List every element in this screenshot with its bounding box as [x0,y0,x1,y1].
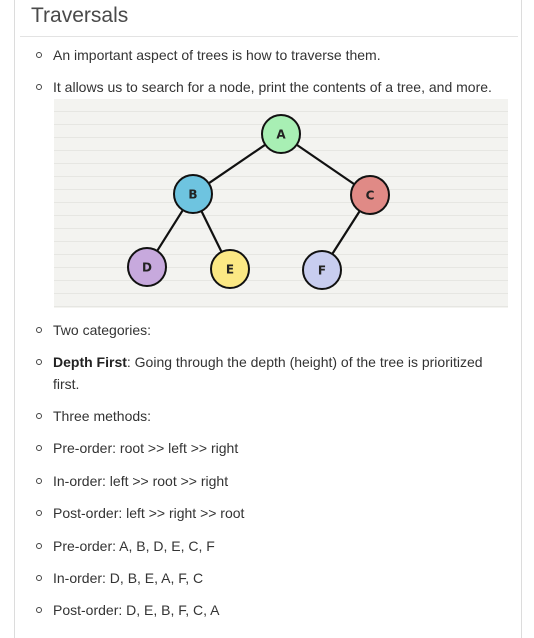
tree-node-label: D [142,261,152,275]
depth-first-term: Depth First [53,354,127,370]
tree-node-d: D [127,247,167,287]
bullet-icon [36,575,42,581]
bullet-inorder-rule: In-order: left >> root >> right [53,473,229,489]
tree-edge-a-b [207,143,267,185]
bullet-three-methods: Three methods: [53,408,152,424]
bullet-icon [36,359,42,365]
bullet-icon [36,543,42,549]
page-title: Traversals [31,4,129,27]
bullet-postorder-result: Post-order: D, E, B, F, C, A [53,602,220,618]
bullet-inorder-result: In-order: D, B, E, A, F, C [53,570,204,586]
tree-edge-b-d [156,208,184,253]
binary-tree-diagram: A B C D E F [54,99,508,308]
tree-node-b: B [173,174,213,214]
tree-node-f: F [302,250,342,290]
bullet-icon [36,327,42,333]
bullet-icon [36,52,42,58]
bullet-icon [36,478,42,484]
tree-node-c: C [350,175,390,215]
tree-edge-b-e [200,209,223,254]
tree-node-label: A [276,128,286,142]
bullet-traverse-uses: It allows us to search for a node, print… [53,79,492,95]
bullet-postorder-rule: Post-order: left >> right >> root [53,505,245,521]
bullet-icon [36,445,42,451]
tree-node-label: E [226,263,234,277]
bullet-preorder-rule: Pre-order: root >> left >> right [53,440,239,456]
tree-node-label: F [318,264,326,278]
tree-edge-a-c [295,143,356,186]
bullet-traverse-importance: An important aspect of trees is how to t… [53,47,381,63]
bullet-two-categories: Two categories: [53,322,152,338]
bullet-icon [36,413,42,419]
tree-node-label: C [366,189,375,203]
tree-svg: A B C D E F [127,114,390,290]
bullet-depth-first: Depth First: Going through the depth (he… [53,351,508,395]
tree-node-a: A [261,114,301,154]
tree-node-label: B [188,188,197,202]
bullet-icon [36,510,42,516]
bullet-icon [36,84,42,90]
title-divider [20,36,518,37]
bullet-icon [36,607,42,613]
tree-node-e: E [210,249,250,289]
tree-edge-c-f [331,209,361,256]
bullet-preorder-result: Pre-order: A, B, D, E, C, F [53,538,215,554]
tree-nodes: A B C D E F [127,114,390,290]
